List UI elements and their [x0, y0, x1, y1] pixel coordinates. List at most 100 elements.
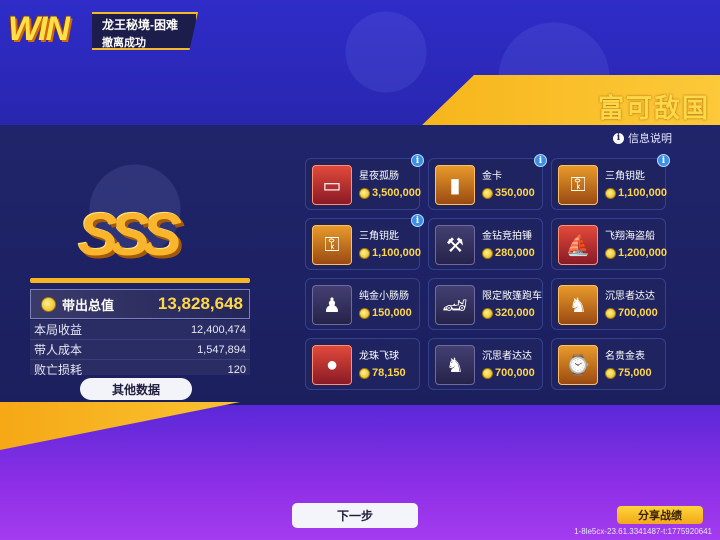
- coin-icon: [41, 296, 56, 312]
- loot-name: 星夜孤肠: [359, 171, 399, 182]
- loot-card[interactable]: ⚒ 金钻竞拍锤 280,000: [428, 218, 543, 270]
- info-link-label: 信息说明: [628, 133, 672, 145]
- loot-value: 1,100,000: [618, 187, 667, 199]
- loot-name: 纯金小肠肠: [359, 291, 409, 302]
- loot-card[interactable]: ♞ 沉思者达达 700,000: [428, 338, 543, 390]
- coin-icon: [605, 307, 616, 319]
- stat-label: 本局收益: [34, 323, 83, 337]
- auction-hammer-icon: ⚒: [435, 225, 475, 265]
- gold-card-icon: ▮: [435, 165, 475, 205]
- loot-card[interactable]: ● 龙珠飞球 78,150: [305, 338, 420, 390]
- loot-card[interactable]: ⚿ 三角钥匙 1,100,000 i: [305, 214, 424, 270]
- session-id: 1-8le5cx-23.61.3341487-t:1775920641: [574, 527, 712, 536]
- rank-grade: SSS: [78, 201, 182, 268]
- pirate-ship-icon: ⛵: [558, 225, 598, 265]
- info-link[interactable]: i 信息说明: [613, 130, 672, 146]
- loot-value-row: 700,000: [605, 307, 658, 319]
- loot-name: 龙珠飞球: [359, 351, 399, 362]
- info-icon: i: [613, 132, 624, 144]
- stats-list[interactable]: 本局收益 12,400,474 带人成本 1,547,894 败亡损耗 120: [30, 320, 250, 375]
- loot-card[interactable]: ⛵ 飞翔海盗船 1,200,000: [551, 218, 667, 270]
- coin-icon: [359, 247, 370, 259]
- stat-value: 12,400,474: [190, 323, 246, 336]
- loot-value-row: 1,100,000: [605, 187, 667, 199]
- loot-value-row: 75,000: [605, 367, 652, 379]
- loot-value-row: 150,000: [359, 307, 412, 319]
- loot-value-row: 3,500,000: [359, 187, 421, 199]
- coin-icon: [605, 187, 616, 199]
- loot-name: 金卡: [482, 171, 502, 182]
- loot-card[interactable]: ♞ 沉思者达达 700,000: [551, 278, 666, 330]
- loot-value: 75,000: [618, 367, 652, 379]
- info-badge-icon[interactable]: i: [411, 214, 424, 227]
- coin-icon: [359, 367, 370, 379]
- loot-value-row: 350,000: [482, 187, 535, 199]
- total-value: 13,828,648: [157, 294, 243, 313]
- stat-value: 120: [227, 363, 246, 376]
- next-button[interactable]: 下一步: [292, 503, 418, 528]
- game-logo: WIN: [8, 10, 70, 48]
- loot-value-row: 320,000: [482, 307, 535, 319]
- loot-name: 三角钥匙: [605, 171, 645, 182]
- rank-title: 富可敌国: [597, 93, 710, 123]
- coin-icon: [482, 247, 493, 259]
- loot-name: 名贵金表: [605, 351, 645, 362]
- coin-icon: [605, 367, 616, 379]
- loot-value: 78,150: [372, 367, 406, 379]
- thinker-statue-icon: ♞: [435, 345, 475, 385]
- coin-icon: [482, 367, 493, 379]
- coin-icon: [359, 307, 370, 319]
- evac-status: 撤离成功: [102, 37, 146, 49]
- star-card-icon: ▭: [312, 165, 352, 205]
- dragon-ball-icon: ●: [312, 345, 352, 385]
- loot-value-row: 1,100,000: [359, 247, 421, 259]
- loot-value: 320,000: [495, 307, 535, 319]
- loot-value: 280,000: [495, 247, 535, 259]
- dungeon-title: 龙王秘境-困难: [102, 18, 178, 32]
- stat-label: 带人成本: [34, 343, 83, 357]
- stat-row: 败亡损耗 120: [30, 360, 250, 375]
- loot-value-row: 78,150: [359, 367, 406, 379]
- loot-name: 沉思者达达: [482, 351, 532, 362]
- coin-icon: [482, 187, 493, 199]
- loot-name: 飞翔海盗船: [605, 231, 655, 242]
- info-badge-icon[interactable]: i: [411, 154, 424, 167]
- total-label: 带出总值: [62, 297, 115, 313]
- info-badge-icon[interactable]: i: [657, 154, 670, 167]
- stat-label: 败亡损耗: [34, 363, 83, 375]
- gold-watch-icon: ⌚: [558, 345, 598, 385]
- loot-card[interactable]: 🏎 限定敞篷跑车 320,000: [428, 278, 543, 330]
- loot-name: 金钻竞拍锤: [482, 231, 532, 242]
- other-data-button[interactable]: 其他数据: [80, 378, 192, 400]
- total-value-row: 带出总值 13,828,648: [30, 289, 250, 319]
- sports-car-icon: 🏎: [435, 285, 475, 325]
- stat-value: 1,547,894: [197, 343, 246, 356]
- loot-value-row: 700,000: [482, 367, 535, 379]
- coin-icon: [605, 247, 616, 259]
- share-button[interactable]: 分享战绩: [617, 506, 703, 524]
- loot-card[interactable]: ▮ 金卡 350,000 i: [428, 154, 547, 210]
- loot-value: 150,000: [372, 307, 412, 319]
- loot-value: 700,000: [495, 367, 535, 379]
- loot-value-row: 1,200,000: [605, 247, 667, 259]
- info-badge-icon[interactable]: i: [534, 154, 547, 167]
- stat-row: 带人成本 1,547,894: [30, 340, 250, 360]
- gold-figure-icon: ♟: [312, 285, 352, 325]
- coin-icon: [482, 307, 493, 319]
- grade-bar: [30, 278, 250, 283]
- coin-icon: [359, 187, 370, 199]
- stat-row: 本局收益 12,400,474: [30, 320, 250, 340]
- loot-value: 3,500,000: [372, 187, 421, 199]
- triangle-key-icon: ⚿: [312, 225, 352, 265]
- loot-value: 1,100,000: [372, 247, 421, 259]
- loot-value-row: 280,000: [482, 247, 535, 259]
- loot-name: 三角钥匙: [359, 231, 399, 242]
- loot-value: 700,000: [618, 307, 658, 319]
- loot-card[interactable]: ▭ 星夜孤肠 3,500,000 i: [305, 154, 424, 210]
- loot-value: 350,000: [495, 187, 535, 199]
- loot-card[interactable]: ⚿ 三角钥匙 1,100,000 i: [551, 154, 670, 210]
- loot-value: 1,200,000: [618, 247, 667, 259]
- thinker-statue-icon: ♞: [558, 285, 598, 325]
- loot-card[interactable]: ⌚ 名贵金表 75,000: [551, 338, 666, 390]
- loot-card[interactable]: ♟ 纯金小肠肠 150,000: [305, 278, 420, 330]
